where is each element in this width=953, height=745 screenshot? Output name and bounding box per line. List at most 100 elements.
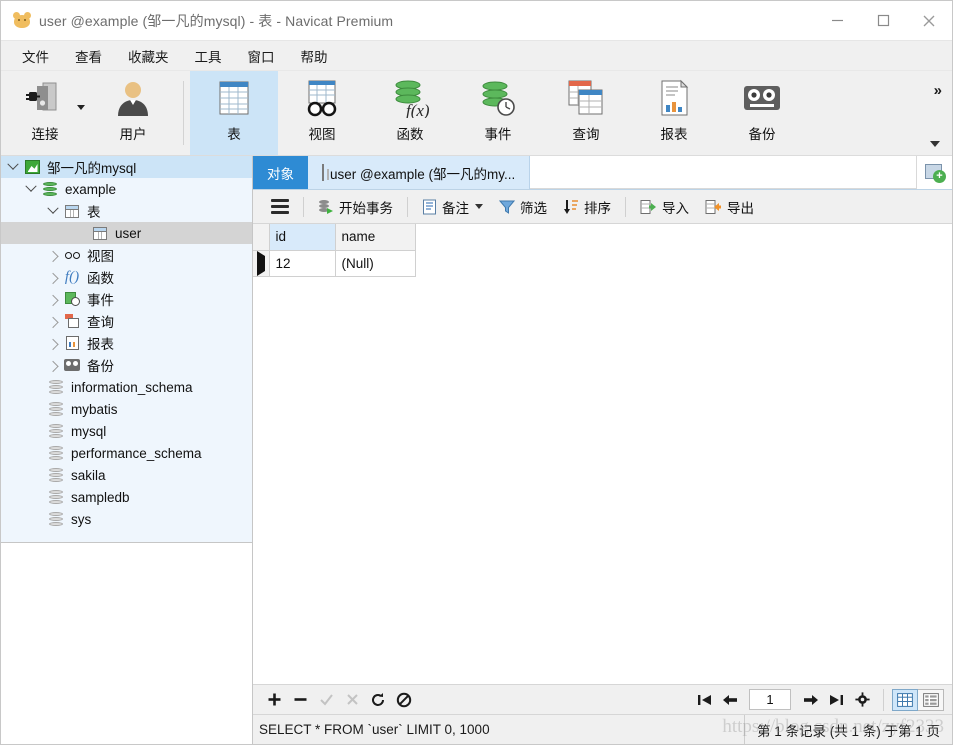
status-record-count: 第 1 条记录 (共 1 条) 于第 1 页	[756, 723, 940, 739]
first-page-button[interactable]	[691, 688, 717, 712]
status-bar: SELECT * FROM `user` LIMIT 0, 1000 第 1 条…	[253, 714, 952, 744]
refresh-button[interactable]	[365, 688, 391, 712]
ribbon-button-user[interactable]: 用户	[89, 71, 177, 155]
toolbar-separator	[625, 196, 626, 217]
database-grey-icon	[45, 445, 67, 461]
report-chart-icon	[646, 75, 702, 121]
data-grid[interactable]: id name 12 (Null)	[253, 224, 952, 684]
tree-item-views[interactable]: 视图	[1, 244, 252, 266]
grid-settings-gear-icon[interactable]	[849, 688, 875, 712]
stop-button[interactable]	[391, 688, 417, 712]
ribbon-button-function[interactable]: f(x) 函数	[366, 71, 454, 155]
import-icon	[640, 199, 657, 215]
tree-item-database-sys[interactable]: sys	[1, 508, 252, 530]
new-tab-button[interactable]: +	[916, 156, 952, 189]
hamburger-menu-icon[interactable]	[263, 194, 297, 220]
menu-item-tools[interactable]: 工具	[182, 42, 235, 70]
cell-name[interactable]: (Null)	[335, 250, 416, 277]
ribbon-button-report[interactable]: 报表	[630, 71, 718, 155]
tree-item-database-example[interactable]: example	[1, 178, 252, 200]
import-button[interactable]: 导入	[632, 194, 697, 220]
chevron-right-icon[interactable]	[45, 361, 61, 369]
begin-transaction-button[interactable]: 开始事务	[310, 194, 401, 220]
ribbon-overflow-icon[interactable]: »	[934, 83, 942, 98]
delete-record-button[interactable]	[287, 688, 313, 712]
tree-item-database-sampledb[interactable]: sampledb	[1, 486, 252, 508]
grid-view-toggle[interactable]	[892, 688, 918, 711]
tree-item-database-sakila[interactable]: sakila	[1, 464, 252, 486]
ribbon-button-view[interactable]: 视图	[278, 71, 366, 155]
connection-dropdown-caret-icon[interactable]	[77, 105, 85, 110]
close-button[interactable]	[906, 1, 952, 40]
note-button[interactable]: 备注	[414, 194, 491, 220]
tree-item-backups[interactable]: 备份	[1, 354, 252, 376]
column-header-name[interactable]: name	[335, 224, 416, 251]
backup-tape-icon	[734, 75, 790, 121]
minimize-button[interactable]	[814, 1, 860, 40]
menu-item-favorites[interactable]: 收藏夹	[115, 42, 182, 70]
tree-item-database-mybatis[interactable]: mybatis	[1, 398, 252, 420]
prev-page-button[interactable]	[717, 688, 743, 712]
ribbon-button-event[interactable]: 事件	[454, 71, 542, 155]
table-grid-icon	[206, 75, 262, 121]
menu-item-view[interactable]: 查看	[62, 42, 115, 70]
chevron-down-icon[interactable]	[45, 207, 61, 215]
tree-item-tables[interactable]: 表	[1, 200, 252, 222]
menu-item-file[interactable]: 文件	[9, 42, 62, 70]
ribbon-button-connection[interactable]: 连接	[1, 71, 89, 155]
tree-item-label: 表	[87, 205, 101, 220]
column-header-id[interactable]: id	[269, 224, 336, 251]
tab-label: user @example (邹一凡的my...	[330, 166, 516, 182]
database-grey-icon	[45, 379, 67, 395]
tree-item-database-performance-schema[interactable]: performance_schema	[1, 442, 252, 464]
page-number-input[interactable]: 1	[749, 689, 791, 710]
ribbon-label: 表	[227, 127, 241, 142]
chevron-down-icon[interactable]	[5, 163, 21, 171]
chevron-right-icon[interactable]	[45, 251, 61, 259]
tree-item-table-user[interactable]: user	[1, 222, 252, 244]
query-tables-icon	[558, 75, 614, 121]
chevron-right-icon[interactable]	[45, 273, 61, 281]
table-row[interactable]: 12 (Null)	[253, 250, 416, 277]
ribbon-button-query[interactable]: 查询	[542, 71, 630, 155]
tree-item-queries[interactable]: 查询	[1, 310, 252, 332]
add-record-button[interactable]	[261, 688, 287, 712]
menu-item-window[interactable]: 窗口	[235, 42, 288, 70]
content-pane: 对象 user @example (邹一凡的my... + 开始事务 备注 筛选…	[253, 156, 952, 744]
ribbon-expand-caret-icon[interactable]	[930, 141, 940, 147]
export-icon	[705, 199, 722, 215]
navicat-logo-icon	[13, 11, 31, 30]
tab-objects[interactable]: 对象	[253, 156, 308, 189]
form-view-toggle[interactable]	[918, 688, 944, 711]
ribbon-button-table[interactable]: 表	[190, 71, 278, 155]
next-page-button[interactable]	[797, 688, 823, 712]
connection-icon	[21, 160, 43, 174]
ribbon-toolbar: 连接 用户 表 视图 f(x) 函数 事件 查询 报表 备份 »	[1, 71, 952, 156]
ribbon-label: 用户	[119, 127, 147, 142]
chevron-right-icon[interactable]	[45, 339, 61, 347]
menu-item-help[interactable]: 帮助	[288, 42, 341, 70]
chevron-down-icon[interactable]	[475, 204, 483, 209]
export-button[interactable]: 导出	[697, 194, 762, 220]
chevron-right-icon[interactable]	[45, 295, 61, 303]
tree-item-connection[interactable]: 邹一凡的mysql	[1, 156, 252, 178]
ribbon-button-backup[interactable]: 备份	[718, 71, 806, 155]
maximize-button[interactable]	[860, 1, 906, 40]
cell-id[interactable]: 12	[269, 250, 336, 277]
tree-item-functions[interactable]: f() 函数	[1, 266, 252, 288]
table-header-row: id name	[253, 224, 416, 251]
tree-item-events[interactable]: 事件	[1, 288, 252, 310]
chevron-right-icon[interactable]	[45, 317, 61, 325]
tree-item-database-mysql[interactable]: mysql	[1, 420, 252, 442]
begin-transaction-icon	[318, 199, 334, 215]
tab-bar: 对象 user @example (邹一凡的my... +	[253, 156, 952, 190]
tree-item-label: example	[65, 181, 117, 197]
sidebar-navigation-tree[interactable]: 邹一凡的mysql example 表 user 视图 f() 函数 事件 查询…	[1, 156, 253, 744]
tab-table-user[interactable]: user @example (邹一凡的my...	[308, 156, 531, 189]
last-page-button[interactable]	[823, 688, 849, 712]
filter-button[interactable]: 筛选	[491, 194, 555, 220]
chevron-down-icon[interactable]	[23, 185, 39, 193]
sort-button[interactable]: 排序	[555, 194, 619, 220]
tree-item-reports[interactable]: 报表	[1, 332, 252, 354]
tree-item-database-information-schema[interactable]: information_schema	[1, 376, 252, 398]
